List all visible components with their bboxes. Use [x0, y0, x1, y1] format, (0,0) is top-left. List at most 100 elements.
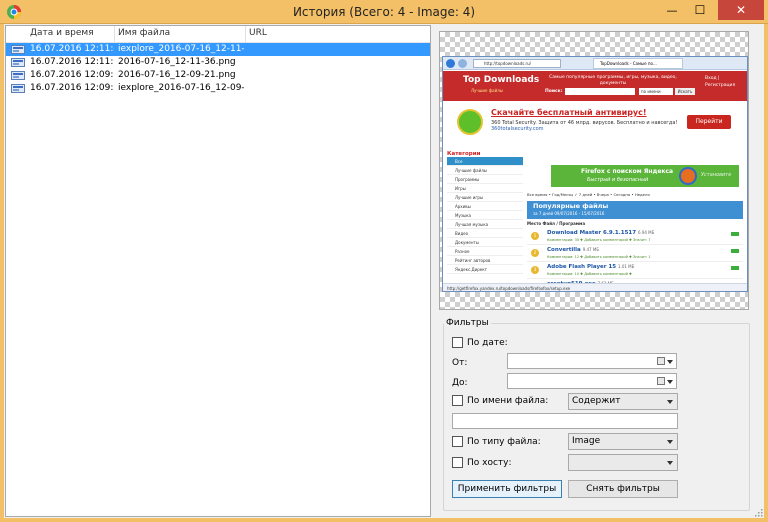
site-logo: Top Downloads [463, 75, 540, 85]
row-datetime: 16.07.2016 12:11:36 [30, 57, 114, 67]
popular-header: Популярные файлы за 7 дней 09/07/2016 - … [527, 201, 743, 219]
download-rank: 3 [531, 266, 539, 274]
minimize-button[interactable]: — [659, 0, 685, 20]
by-host-label: По хосту: [467, 458, 512, 468]
image-file-icon [11, 58, 25, 67]
sidebar-item: Рейтинг авторов [447, 256, 523, 265]
download-row: 1 Download Master 6.9.1.1517 6.94 МБ Комме… [527, 229, 743, 245]
sidebar-item: Документы [447, 238, 523, 247]
firefox-banner-sub: Быстрый и безопасный [587, 177, 649, 183]
download-meta: Комментарии: 30 ✚ Добавить комментарий ✚… [547, 238, 651, 242]
row-datetime: 16.07.2016 12:09:21 [30, 70, 114, 80]
maximize-button[interactable]: ☐ [687, 0, 713, 20]
window-title: История (Всего: 4 - Image: 4) [292, 5, 476, 19]
popular-columns: Место Файл / Программа [527, 221, 586, 226]
resize-grip-icon[interactable] [753, 507, 763, 517]
site-search-button: Искать [675, 88, 695, 95]
download-name: Convertilla 9.47 МБ [547, 247, 599, 253]
table-row[interactable]: 16.07.2016 12:09:02 iexplore_2016-07-16_1… [6, 82, 430, 95]
to-date-picker[interactable] [507, 373, 677, 389]
sidebar-item: Архивы [447, 202, 523, 211]
download-title: Download Master 6.9.1.1517 [547, 230, 637, 236]
by-filename-checkbox[interactable] [452, 395, 463, 406]
column-url[interactable]: URL [249, 28, 267, 38]
calendar-icon[interactable] [657, 377, 665, 385]
table-row[interactable]: 16.07.2016 12:09:21 2016-07-16_12-09-21.p… [6, 69, 430, 82]
chevron-down-icon [667, 461, 673, 465]
close-button[interactable]: ✕ [718, 0, 764, 20]
download-title: Adobe Flash Player 15 [547, 264, 617, 270]
from-date-picker[interactable] [507, 353, 677, 369]
sidebar-item: Лучшие игры [447, 193, 523, 202]
antivirus-icon [457, 109, 483, 135]
row-datetime: 16.07.2016 12:11:46 [30, 44, 114, 54]
image-file-icon [11, 71, 25, 80]
by-date-label: По дате: [467, 338, 508, 348]
column-datetime[interactable]: Дата и время [30, 28, 94, 38]
image-file-icon [11, 84, 25, 93]
row-filename: iexplore_2016-07-16_12-09-02.... [118, 83, 244, 93]
ad-title: Скачайте бесплатный антивирус! [491, 108, 647, 117]
filetype-select[interactable]: Image [568, 433, 678, 450]
chevron-down-icon[interactable] [667, 380, 673, 384]
maximize-icon: ☐ [694, 3, 706, 17]
browser-url: http://topdownloads.ru/ [473, 59, 561, 68]
image-preview: http://topdownloads.ru/ TopDownloads - С… [439, 31, 749, 310]
site-search-label: Поиск: [545, 89, 563, 94]
download-size: 6.94 МБ [638, 230, 655, 235]
download-row: 2 Convertilla 9.47 МБ Комментарии: 12 ✚ До… [527, 246, 743, 262]
ad-text: 360 Total Security. Защита от 46 млрд. в… [491, 120, 681, 132]
row-filename: 2016-07-16_12-11-36.png [118, 57, 236, 67]
chevron-down-icon [667, 400, 673, 404]
chevron-down-icon[interactable] [667, 360, 673, 364]
close-icon: ✕ [735, 3, 747, 17]
history-list[interactable]: Дата и время Имя файла URL 16.07.2016 12… [5, 25, 431, 517]
sidebar-item: Все [447, 157, 523, 166]
filename-input[interactable] [452, 413, 678, 429]
download-name: Download Master 6.9.1.1517 6.94 МБ [547, 230, 654, 236]
column-divider[interactable] [245, 26, 246, 42]
download-size: 1.01 МБ [618, 264, 635, 269]
host-select[interactable] [568, 454, 678, 471]
rating-bar [731, 232, 739, 236]
by-filetype-checkbox[interactable] [452, 436, 463, 447]
site-login: Вход [705, 76, 717, 81]
column-filename[interactable]: Имя файла [118, 28, 170, 38]
site-ad: Скачайте бесплатный антивирус! 360 Total… [447, 105, 743, 145]
sidebar-item: Лучшая музыка [447, 220, 523, 229]
site-register: Регистрация [705, 83, 736, 88]
filename-mode-value: Содержит [572, 396, 621, 406]
by-host-checkbox[interactable] [452, 457, 463, 468]
filename-mode-select[interactable]: Содержит [568, 393, 678, 410]
sidebar-item: Программы [447, 175, 523, 184]
table-row[interactable]: 16.07.2016 12:11:36 2016-07-16_12-11-36.p… [6, 56, 430, 69]
calendar-icon[interactable] [657, 357, 665, 365]
sidebar-item: Музыка [447, 211, 523, 220]
ad-button: Перейти [687, 115, 731, 129]
download-name: Adobe Flash Player 15 1.01 МБ [547, 264, 634, 270]
download-row: 3 Adobe Flash Player 15 1.01 МБ Комментари… [527, 263, 743, 279]
firefox-banner-title: Firefox с поиском Яндекса [581, 168, 674, 175]
by-filename-label: По имени файла: [467, 396, 549, 406]
site-tagline: Самые популярные программы, игры, музыка… [549, 75, 677, 86]
image-file-icon [11, 45, 25, 54]
site-header: Top Downloads Лучшие файлы Самые популяр… [443, 71, 747, 101]
table-row[interactable]: 16.07.2016 12:11:46 iexplore_2016-07-16_1… [6, 43, 430, 56]
reset-filters-button[interactable]: Снять фильтры [568, 480, 678, 498]
popular-subtitle: за 7 дней 09/07/2016 - 15/07/2016 [533, 211, 605, 216]
browser-tab: TopDownloads - Самые по... [593, 58, 683, 69]
column-divider[interactable] [114, 26, 115, 42]
download-meta: Комментарии: 12 ✚ Добавить комментарий ✚… [547, 255, 651, 259]
firefox-icon [679, 167, 697, 185]
apply-filters-button[interactable]: Применить фильтры [452, 480, 562, 498]
sidebar-item: Яндекс.Директ [447, 265, 523, 274]
download-title: Convertilla [547, 247, 581, 253]
download-rank: 2 [531, 249, 539, 257]
row-filename: iexplore_2016-07-16_12-11-46... [118, 44, 244, 54]
rating-bar [731, 266, 739, 270]
sidebar-item: Видео [447, 229, 523, 238]
download-size: 9.47 МБ [582, 247, 600, 252]
minimize-icon: — [666, 3, 678, 17]
site-logo-sub: Лучшие файлы [471, 88, 503, 93]
by-date-checkbox[interactable] [452, 337, 463, 348]
